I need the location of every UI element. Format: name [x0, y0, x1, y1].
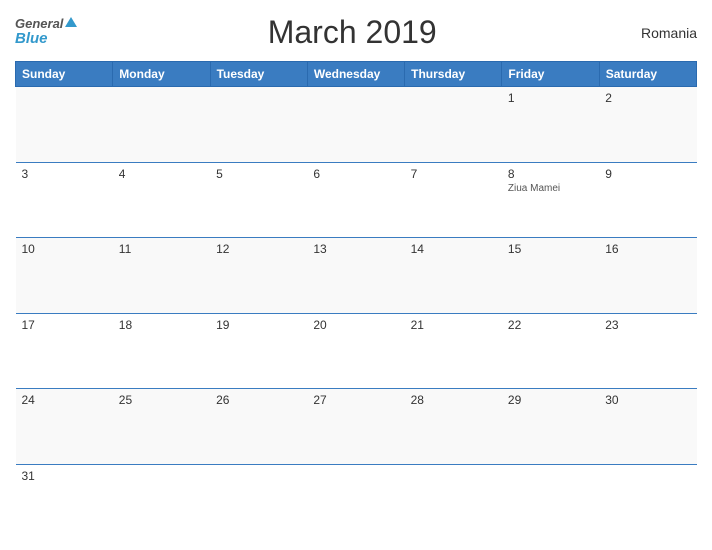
- day-number: 14: [411, 242, 496, 256]
- day-number: 2: [605, 91, 690, 105]
- day-number: 8: [508, 167, 593, 181]
- day-number: 31: [22, 469, 107, 483]
- calendar-day-cell: [16, 87, 113, 163]
- calendar-day-cell: [210, 464, 307, 540]
- day-number: 13: [313, 242, 398, 256]
- day-number: 4: [119, 167, 204, 181]
- calendar-day-cell: [307, 464, 404, 540]
- logo-general-text: General: [15, 17, 63, 31]
- calendar-week-row: 12: [16, 87, 697, 163]
- day-number: 6: [313, 167, 398, 181]
- calendar-day-cell: 15: [502, 238, 599, 314]
- calendar-day-cell: 21: [405, 313, 502, 389]
- day-number: 15: [508, 242, 593, 256]
- day-header-saturday: Saturday: [599, 62, 696, 87]
- calendar-day-cell: 10: [16, 238, 113, 314]
- calendar-day-cell: [307, 87, 404, 163]
- day-header-wednesday: Wednesday: [307, 62, 404, 87]
- day-number: 25: [119, 393, 204, 407]
- calendar-day-cell: [405, 464, 502, 540]
- calendar-day-cell: 28: [405, 389, 502, 465]
- day-number: 19: [216, 318, 301, 332]
- calendar-week-row: 31: [16, 464, 697, 540]
- calendar-day-cell: 26: [210, 389, 307, 465]
- calendar-day-cell: 19: [210, 313, 307, 389]
- calendar-day-cell: 30: [599, 389, 696, 465]
- calendar-week-row: 17 18 19 20 21 22 23: [16, 313, 697, 389]
- day-number: 12: [216, 242, 301, 256]
- day-number: 30: [605, 393, 690, 407]
- logo-triangle-icon: [65, 17, 77, 27]
- calendar-day-cell: 29: [502, 389, 599, 465]
- calendar-week-row: 24 25 26 27 28 29 30: [16, 389, 697, 465]
- calendar-day-cell: [113, 87, 210, 163]
- calendar-day-cell: 20: [307, 313, 404, 389]
- calendar-day-cell: 1: [502, 87, 599, 163]
- calendar-day-cell: 25: [113, 389, 210, 465]
- calendar-day-cell: 24: [16, 389, 113, 465]
- calendar-day-cell: 7: [405, 162, 502, 238]
- day-header-sunday: Sunday: [16, 62, 113, 87]
- day-header-monday: Monday: [113, 62, 210, 87]
- calendar-day-cell: 6: [307, 162, 404, 238]
- calendar-day-cell: 11: [113, 238, 210, 314]
- calendar-day-cell: 14: [405, 238, 502, 314]
- calendar-day-cell: 8 Ziua Mamei: [502, 162, 599, 238]
- day-number: 1: [508, 91, 593, 105]
- calendar-day-cell: 16: [599, 238, 696, 314]
- day-number: 16: [605, 242, 690, 256]
- calendar-day-cell: [210, 87, 307, 163]
- calendar-day-cell: [405, 87, 502, 163]
- calendar-day-cell: 18: [113, 313, 210, 389]
- calendar-header: General Blue March 2019 Romania: [15, 10, 697, 55]
- day-number: 17: [22, 318, 107, 332]
- day-number: 28: [411, 393, 496, 407]
- day-number: 21: [411, 318, 496, 332]
- day-number: 27: [313, 393, 398, 407]
- day-header-friday: Friday: [502, 62, 599, 87]
- day-header-tuesday: Tuesday: [210, 62, 307, 87]
- calendar-day-cell: [502, 464, 599, 540]
- calendar-day-cell: 27: [307, 389, 404, 465]
- logo-blue-text: Blue: [15, 31, 48, 48]
- day-number: 29: [508, 393, 593, 407]
- page-title: March 2019: [77, 14, 627, 51]
- calendar-week-row: 10 11 12 13 14 15 16: [16, 238, 697, 314]
- calendar-day-cell: 5: [210, 162, 307, 238]
- country-label: Romania: [627, 25, 697, 41]
- day-number: 10: [22, 242, 107, 256]
- day-number: 11: [119, 242, 204, 256]
- calendar-header-row: SundayMondayTuesdayWednesdayThursdayFrid…: [16, 62, 697, 87]
- day-number: 26: [216, 393, 301, 407]
- calendar-day-cell: 13: [307, 238, 404, 314]
- calendar-day-cell: 9: [599, 162, 696, 238]
- day-number: 18: [119, 318, 204, 332]
- calendar-table: SundayMondayTuesdayWednesdayThursdayFrid…: [15, 61, 697, 540]
- calendar-day-cell: 17: [16, 313, 113, 389]
- calendar-day-cell: 31: [16, 464, 113, 540]
- day-number: 3: [22, 167, 107, 181]
- logo: General Blue: [15, 17, 77, 48]
- day-number: 22: [508, 318, 593, 332]
- day-number: 7: [411, 167, 496, 181]
- calendar-day-cell: 23: [599, 313, 696, 389]
- calendar-day-cell: [113, 464, 210, 540]
- day-number: 20: [313, 318, 398, 332]
- calendar-day-cell: 2: [599, 87, 696, 163]
- day-number: 9: [605, 167, 690, 181]
- day-number: 23: [605, 318, 690, 332]
- calendar-day-cell: [599, 464, 696, 540]
- calendar-day-cell: 22: [502, 313, 599, 389]
- holiday-label: Ziua Mamei: [508, 183, 593, 194]
- day-number: 24: [22, 393, 107, 407]
- day-header-thursday: Thursday: [405, 62, 502, 87]
- calendar-day-cell: 3: [16, 162, 113, 238]
- day-number: 5: [216, 167, 301, 181]
- calendar-week-row: 345678 Ziua Mamei 9: [16, 162, 697, 238]
- calendar-day-cell: 12: [210, 238, 307, 314]
- calendar-day-cell: 4: [113, 162, 210, 238]
